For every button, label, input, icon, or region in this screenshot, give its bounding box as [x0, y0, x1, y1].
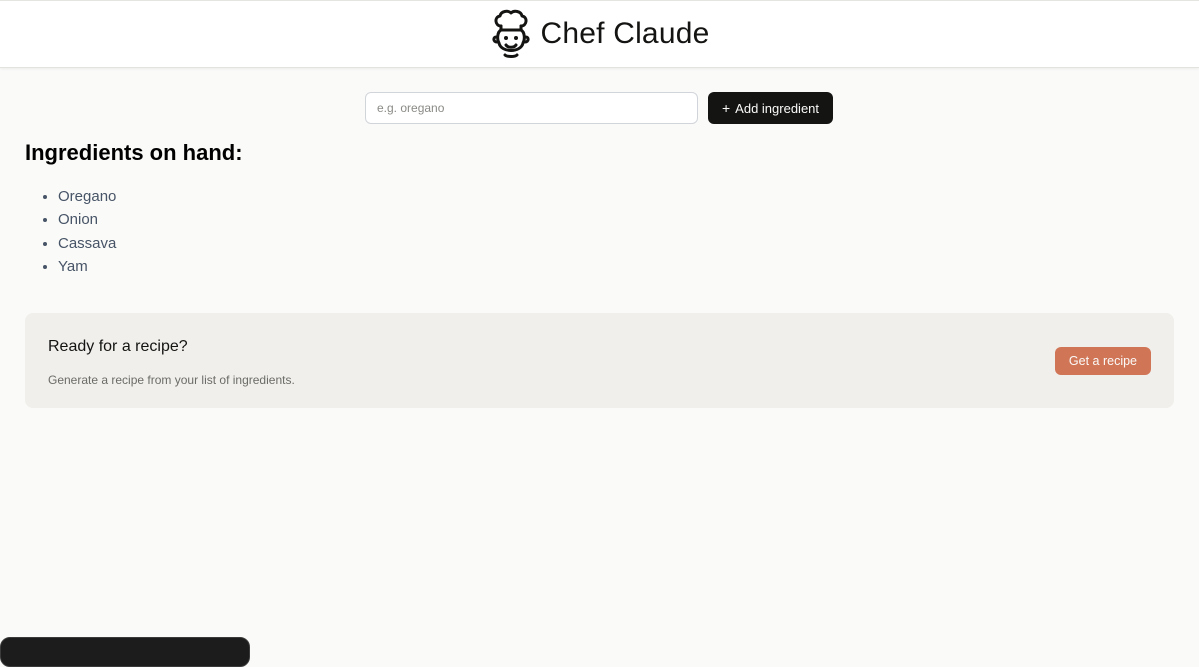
- get-recipe-button[interactable]: Get a recipe: [1054, 347, 1151, 375]
- ingredients-heading: Ingredients on hand:: [25, 140, 243, 165]
- ingredient-item: Oregano: [58, 185, 243, 208]
- add-ingredient-form: + Add ingredient: [365, 92, 833, 124]
- ingredient-item: Yam: [58, 255, 243, 278]
- cta-subtext: Generate a recipe from your list of ingr…: [48, 373, 295, 387]
- ingredients-section: Ingredients on hand: Oregano Onion Cassa…: [25, 140, 243, 279]
- bottom-overlay-panel: [0, 637, 250, 667]
- ingredient-list: Oregano Onion Cassava Yam: [25, 185, 243, 279]
- add-ingredient-button[interactable]: + Add ingredient: [708, 92, 833, 124]
- ingredient-item: Onion: [58, 208, 243, 231]
- get-recipe-container: Ready for a recipe? Generate a recipe fr…: [25, 313, 1174, 408]
- cta-heading: Ready for a recipe?: [48, 338, 188, 355]
- add-ingredient-label: Add ingredient: [735, 100, 820, 116]
- ingredient-input[interactable]: [365, 92, 698, 124]
- plus-icon: +: [721, 100, 731, 116]
- ingredient-item: Cassava: [58, 232, 243, 255]
- app-title: Chef Claude: [540, 17, 710, 50]
- app-header: Chef Claude: [0, 0, 1199, 68]
- chef-icon: [491, 9, 530, 58]
